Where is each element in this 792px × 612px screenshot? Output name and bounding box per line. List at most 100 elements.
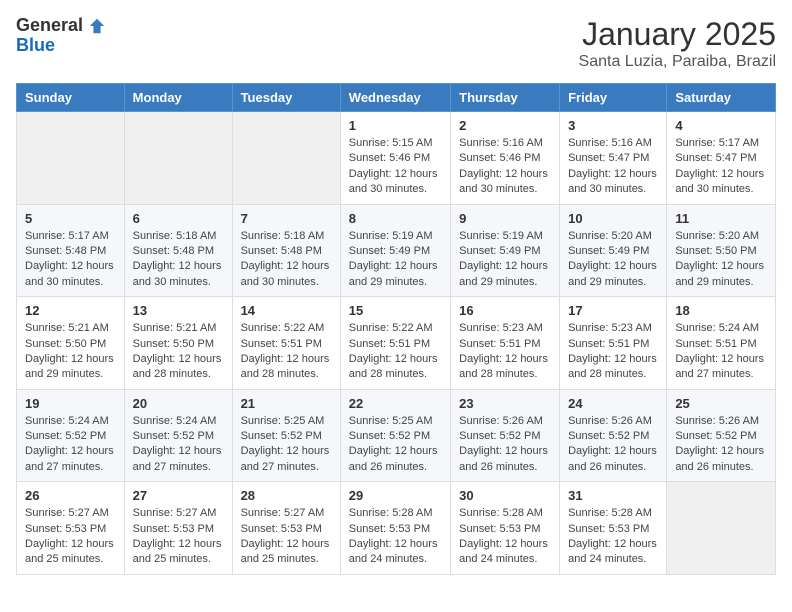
day-number: 25 [675, 396, 767, 411]
day-number: 2 [459, 118, 551, 133]
weekday-header-thursday: Thursday [451, 84, 560, 112]
day-info: Sunrise: 5:16 AMSunset: 5:47 PMDaylight:… [568, 136, 658, 198]
day-number: 9 [459, 211, 551, 226]
day-number: 19 [25, 396, 116, 411]
calendar-cell: 3 Sunrise: 5:16 AMSunset: 5:47 PMDaylight… [560, 112, 667, 205]
calendar-cell: 23 Sunrise: 5:26 AMSunset: 5:52 PMDayligh… [451, 389, 560, 482]
day-info: Sunrise: 5:19 AMSunset: 5:49 PMDaylight:… [349, 229, 442, 291]
day-number: 8 [349, 211, 442, 226]
day-info: Sunrise: 5:21 AMSunset: 5:50 PMDaylight:… [25, 321, 116, 383]
day-number: 30 [459, 488, 551, 503]
calendar-cell: 25Sunrise: 5:26 AMSunset: 5:52 PMDayligh… [667, 389, 776, 482]
day-number: 15 [349, 303, 442, 318]
day-info: Sunrise: 5:23 AMSunset: 5:51 PMDaylight:… [459, 321, 551, 383]
day-number: 17 [568, 303, 658, 318]
calendar-cell: 8 Sunrise: 5:19 AMSunset: 5:49 PMDaylight… [340, 204, 450, 297]
calendar-cell [232, 112, 340, 205]
calendar-cell: 9 Sunrise: 5:19 AMSunset: 5:49 PMDaylight… [451, 204, 560, 297]
calendar-cell: 28Sunrise: 5:27 AMSunset: 5:53 PMDayligh… [232, 482, 340, 575]
day-info: Sunrise: 5:19 AMSunset: 5:49 PMDaylight:… [459, 229, 551, 291]
day-number: 31 [568, 488, 658, 503]
day-number: 23 [459, 396, 551, 411]
calendar-cell: 4Sunrise: 5:17 AMSunset: 5:47 PMDaylight… [667, 112, 776, 205]
day-info: Sunrise: 5:27 AMSunset: 5:53 PMDaylight:… [133, 506, 224, 568]
day-info: Sunrise: 5:25 AMSunset: 5:52 PMDaylight:… [349, 414, 442, 476]
day-info: Sunrise: 5:26 AMSunset: 5:52 PMDaylight:… [568, 414, 658, 476]
calendar-week-5: 26Sunrise: 5:27 AMSunset: 5:53 PMDayligh… [17, 482, 776, 575]
calendar-week-3: 12 Sunrise: 5:21 AMSunset: 5:50 PMDayligh… [17, 297, 776, 390]
day-info: Sunrise: 5:24 AMSunset: 5:52 PMDaylight:… [133, 414, 224, 476]
calendar-cell: 27 Sunrise: 5:27 AMSunset: 5:53 PMDayligh… [124, 482, 232, 575]
day-number: 27 [133, 488, 224, 503]
day-info: Sunrise: 5:21 AMSunset: 5:50 PMDaylight:… [133, 321, 224, 383]
calendar-cell [124, 112, 232, 205]
day-info: Sunrise: 5:20 AMSunset: 5:50 PMDaylight:… [675, 229, 767, 291]
day-number: 22 [349, 396, 442, 411]
weekday-header-monday: Monday [124, 84, 232, 112]
page-header: General Blue January 2025 Santa Luzia, P… [16, 16, 776, 71]
calendar-cell: 17 Sunrise: 5:23 AMSunset: 5:51 PMDayligh… [560, 297, 667, 390]
logo-icon [88, 17, 106, 35]
weekday-header-wednesday: Wednesday [340, 84, 450, 112]
day-number: 10 [568, 211, 658, 226]
day-number: 29 [349, 488, 442, 503]
day-number: 21 [241, 396, 332, 411]
logo: General Blue [16, 16, 106, 56]
calendar-cell: 5Sunrise: 5:17 AMSunset: 5:48 PMDaylight… [17, 204, 125, 297]
calendar-cell: 13 Sunrise: 5:21 AMSunset: 5:50 PMDayligh… [124, 297, 232, 390]
calendar-cell: 22 Sunrise: 5:25 AMSunset: 5:52 PMDayligh… [340, 389, 450, 482]
calendar-cell: 16 Sunrise: 5:23 AMSunset: 5:51 PMDayligh… [451, 297, 560, 390]
day-number: 12 [25, 303, 116, 318]
calendar-week-2: 5Sunrise: 5:17 AMSunset: 5:48 PMDaylight… [17, 204, 776, 297]
weekday-header-saturday: Saturday [667, 84, 776, 112]
day-number: 4 [675, 118, 767, 133]
day-number: 16 [459, 303, 551, 318]
calendar-cell: 12 Sunrise: 5:21 AMSunset: 5:50 PMDayligh… [17, 297, 125, 390]
weekday-header-tuesday: Tuesday [232, 84, 340, 112]
logo-blue: Blue [16, 36, 106, 56]
day-info: Sunrise: 5:26 AMSunset: 5:52 PMDaylight:… [459, 414, 551, 476]
day-info: Sunrise: 5:27 AMSunset: 5:53 PMDaylight:… [241, 506, 332, 568]
day-info: Sunrise: 5:27 AMSunset: 5:53 PMDaylight:… [25, 506, 116, 568]
calendar-week-4: 19 Sunrise: 5:24 AMSunset: 5:52 PMDayligh… [17, 389, 776, 482]
calendar-cell: 26Sunrise: 5:27 AMSunset: 5:53 PMDayligh… [17, 482, 125, 575]
day-number: 20 [133, 396, 224, 411]
day-info: Sunrise: 5:17 AMSunset: 5:48 PMDaylight:… [25, 229, 116, 291]
day-number: 3 [568, 118, 658, 133]
calendar-cell: 2 Sunrise: 5:16 AMSunset: 5:46 PMDaylight… [451, 112, 560, 205]
day-info: Sunrise: 5:20 AMSunset: 5:49 PMDaylight:… [568, 229, 658, 291]
calendar-week-1: 1 Sunrise: 5:15 AMSunset: 5:46 PMDaylight… [17, 112, 776, 205]
calendar-cell: 20 Sunrise: 5:24 AMSunset: 5:52 PMDayligh… [124, 389, 232, 482]
calendar-cell: 10 Sunrise: 5:20 AMSunset: 5:49 PMDayligh… [560, 204, 667, 297]
day-info: Sunrise: 5:28 AMSunset: 5:53 PMDaylight:… [459, 506, 551, 568]
day-info: Sunrise: 5:15 AMSunset: 5:46 PMDaylight:… [349, 136, 442, 198]
day-info: Sunrise: 5:16 AMSunset: 5:46 PMDaylight:… [459, 136, 551, 198]
day-info: Sunrise: 5:22 AMSunset: 5:51 PMDaylight:… [349, 321, 442, 383]
calendar-table: SundayMondayTuesdayWednesdayThursdayFrid… [16, 83, 776, 575]
weekday-header-row: SundayMondayTuesdayWednesdayThursdayFrid… [17, 84, 776, 112]
calendar-cell: 21 Sunrise: 5:25 AMSunset: 5:52 PMDayligh… [232, 389, 340, 482]
location-subtitle: Santa Luzia, Paraiba, Brazil [579, 53, 776, 71]
weekday-header-friday: Friday [560, 84, 667, 112]
calendar-cell [17, 112, 125, 205]
day-info: Sunrise: 5:18 AMSunset: 5:48 PMDaylight:… [133, 229, 224, 291]
day-number: 18 [675, 303, 767, 318]
calendar-cell: 19Sunrise: 5:24 AMSunset: 5:52 PMDayligh… [17, 389, 125, 482]
calendar-cell: 15 Sunrise: 5:22 AMSunset: 5:51 PMDayligh… [340, 297, 450, 390]
calendar-cell: 1 Sunrise: 5:15 AMSunset: 5:46 PMDaylight… [340, 112, 450, 205]
day-info: Sunrise: 5:28 AMSunset: 5:53 PMDaylight:… [349, 506, 442, 568]
calendar-cell: 29 Sunrise: 5:28 AMSunset: 5:53 PMDayligh… [340, 482, 450, 575]
day-info: Sunrise: 5:25 AMSunset: 5:52 PMDaylight:… [241, 414, 332, 476]
day-number: 1 [349, 118, 442, 133]
title-block: January 2025 Santa Luzia, Paraiba, Brazi… [579, 16, 776, 71]
calendar-cell: 24Sunrise: 5:26 AMSunset: 5:52 PMDayligh… [560, 389, 667, 482]
day-number: 13 [133, 303, 224, 318]
weekday-header-sunday: Sunday [17, 84, 125, 112]
day-info: Sunrise: 5:23 AMSunset: 5:51 PMDaylight:… [568, 321, 658, 383]
day-number: 14 [241, 303, 332, 318]
day-number: 11 [675, 211, 767, 226]
calendar-cell: 11 Sunrise: 5:20 AMSunset: 5:50 PMDayligh… [667, 204, 776, 297]
day-number: 7 [241, 211, 332, 226]
calendar-cell: 7Sunrise: 5:18 AMSunset: 5:48 PMDaylight… [232, 204, 340, 297]
calendar-cell: 18Sunrise: 5:24 AMSunset: 5:51 PMDayligh… [667, 297, 776, 390]
